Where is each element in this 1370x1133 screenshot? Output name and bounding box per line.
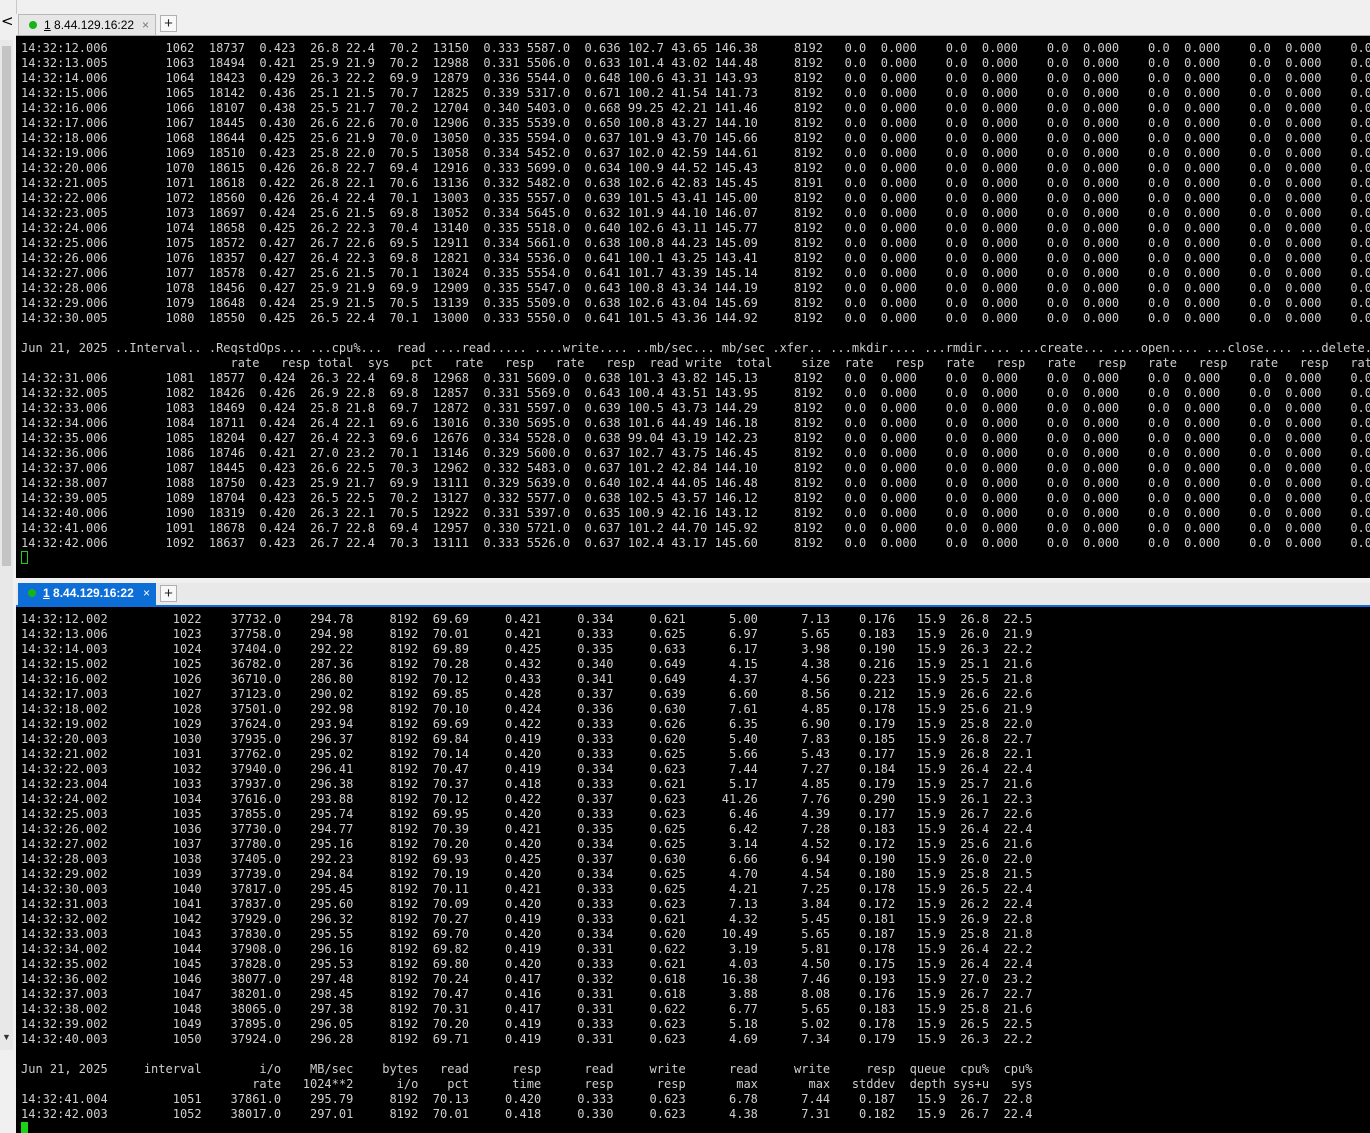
terminal-line: 14:32:38.007 1088 18750 0.423 25.9 21.7 …	[21, 476, 1370, 490]
add-tab-button[interactable]: +	[160, 15, 177, 32]
tab-host: 8.44.129.16:22	[50, 18, 135, 32]
tab-session-top[interactable]: 1 8.44.129.16:22 ×	[18, 14, 156, 35]
terminal-line: 14:32:32.005 1082 18426 0.426 26.9 22.8 …	[21, 386, 1370, 400]
terminal-line: 14:32:42.006 1092 18637 0.423 26.7 22.4 …	[21, 536, 1370, 550]
sidebar-scrollbar[interactable]	[0, 40, 13, 1050]
tab-index: 1	[43, 586, 50, 600]
terminal-line: 14:32:22.006 1072 18560 0.426 26.4 22.4 …	[21, 191, 1370, 205]
terminal-line: 14:32:36.002 1046 38077.0 297.48 8192 70…	[21, 972, 1033, 986]
terminal-line: 14:32:33.006 1083 18469 0.424 25.8 21.8 …	[21, 401, 1370, 415]
terminal-line: 14:32:12.002 1022 37732.0 294.78 8192 69…	[21, 612, 1033, 626]
terminal-line: 14:32:27.006 1077 18578 0.427 25.6 21.5 …	[21, 266, 1370, 280]
tab-title: 1 8.44.129.16:22	[44, 15, 134, 35]
terminal-line: 14:32:31.003 1041 37837.0 295.60 8192 70…	[21, 897, 1033, 911]
terminal-line: 14:32:15.002 1025 36782.0 287.36 8192 70…	[21, 657, 1033, 671]
terminal-line: rate resp total sys pct rate resp rate r…	[21, 356, 1370, 370]
tab-title: 1 8.44.129.16:22	[43, 583, 134, 603]
terminal-line: 14:32:42.003 1052 38017.0 297.01 8192 70…	[21, 1107, 1033, 1121]
left-sidebar-strip: < ▼	[0, 0, 17, 1133]
terminal-line: Jun 21, 2025 ..Interval.. .ReqstdOps... …	[21, 341, 1370, 355]
close-icon[interactable]: ×	[142, 15, 149, 35]
terminal-line: 14:32:38.002 1048 38065.0 297.38 8192 70…	[21, 1002, 1033, 1016]
terminal-line: 14:32:26.002 1036 37730.0 294.77 8192 70…	[21, 822, 1033, 836]
terminal-line: 14:32:35.002 1045 37828.0 295.53 8192 69…	[21, 957, 1033, 971]
terminal-line: 14:32:19.006 1069 18510 0.423 25.8 22.0 …	[21, 146, 1370, 160]
terminal-line: 14:32:18.006 1068 18644 0.425 25.6 21.9 …	[21, 131, 1370, 145]
terminal-line: 14:32:40.003 1050 37924.0 296.28 8192 69…	[21, 1032, 1033, 1046]
terminal-line: rate 1024**2 i/o pct time resp resp max …	[21, 1077, 1033, 1091]
terminal-line: 14:32:16.006 1066 18107 0.438 25.5 21.7 …	[21, 101, 1370, 115]
connected-status-icon	[29, 21, 37, 29]
terminal-line: 14:32:22.003 1032 37940.0 296.41 8192 70…	[21, 762, 1033, 776]
terminal-line: 14:32:19.002 1029 37624.0 293.94 8192 69…	[21, 717, 1033, 731]
scroll-down-icon[interactable]: ▼	[2, 1032, 11, 1042]
terminal-line: 14:32:41.006 1091 18678 0.424 26.7 22.8 …	[21, 521, 1370, 535]
terminal-line: 14:32:14.003 1024 37404.0 292.22 8192 69…	[21, 642, 1033, 656]
terminal-line: 14:32:30.005 1080 18550 0.425 26.5 22.4 …	[21, 311, 1370, 325]
terminal-line: 14:32:14.006 1064 18423 0.429 26.3 22.2 …	[21, 71, 1370, 85]
terminal-line: 14:32:18.002 1028 37501.0 292.98 8192 70…	[21, 702, 1033, 716]
terminal-line: 14:32:31.006 1081 18577 0.424 26.3 22.4 …	[21, 371, 1370, 385]
connected-status-icon	[28, 589, 36, 597]
terminal-line: 14:32:28.003 1038 37405.0 292.23 8192 69…	[21, 852, 1033, 866]
terminal-line: 14:32:13.005 1063 18494 0.421 25.9 21.9 …	[21, 56, 1370, 70]
chevron-left-icon[interactable]: <	[1, 13, 14, 29]
add-tab-button[interactable]: +	[160, 585, 177, 602]
terminal-line: 14:32:39.002 1049 37895.0 296.05 8192 70…	[21, 1017, 1033, 1031]
tab-index: 1	[44, 18, 51, 32]
terminal-line: 14:32:13.006 1023 37758.0 294.98 8192 70…	[21, 627, 1033, 641]
terminal-line: 14:32:20.003 1030 37935.0 296.37 8192 69…	[21, 732, 1033, 746]
terminal-line: 14:32:28.006 1078 18456 0.427 25.9 21.9 …	[21, 281, 1370, 295]
terminal-pane-top[interactable]: 14:32:12.006 1062 18737 0.423 26.8 22.4 …	[16, 36, 1370, 578]
terminal-line: 14:32:41.004 1051 37861.0 295.79 8192 70…	[21, 1092, 1033, 1106]
terminal-line: 14:32:29.006 1079 18648 0.424 25.9 21.5 …	[21, 296, 1370, 310]
close-icon[interactable]: ×	[143, 583, 150, 603]
terminal-output-bottom: 14:32:12.002 1022 37732.0 294.78 8192 69…	[21, 612, 1032, 1133]
terminal-line: 14:32:24.002 1034 37616.0 293.88 8192 70…	[21, 792, 1033, 806]
terminal-line: 14:32:35.006 1085 18204 0.427 26.4 22.3 …	[21, 431, 1370, 445]
terminal-line: 14:32:40.006 1090 18319 0.420 26.3 22.1 …	[21, 506, 1370, 520]
terminal-cursor	[21, 1122, 28, 1133]
terminal-prompt-line[interactable]	[21, 551, 1370, 566]
terminal-line: 14:32:26.006 1076 18357 0.427 26.4 22.3 …	[21, 251, 1370, 265]
terminal-line: 14:32:17.003 1027 37123.0 290.02 8192 69…	[21, 687, 1033, 701]
tab-host: 8.44.129.16:22	[49, 586, 134, 600]
terminal-output-top: 14:32:12.006 1062 18737 0.423 26.8 22.4 …	[21, 41, 1370, 566]
bottom-tab-bar: 1 8.44.129.16:22 × +	[16, 583, 1370, 607]
terminal-line: 14:32:37.006 1087 18445 0.423 26.6 22.5 …	[21, 461, 1370, 475]
terminal-line: 14:32:21.002 1031 37762.0 295.02 8192 70…	[21, 747, 1033, 761]
terminal-line: 14:32:25.006 1075 18572 0.427 26.7 22.6 …	[21, 236, 1370, 250]
terminal-line: 14:32:37.003 1047 38201.0 298.45 8192 70…	[21, 987, 1033, 1001]
terminal-pane-bottom[interactable]: 14:32:12.002 1022 37732.0 294.78 8192 69…	[16, 607, 1370, 1133]
tab-session-bottom[interactable]: 1 8.44.129.16:22 ×	[18, 583, 156, 605]
terminal-line: 14:32:36.006 1086 18746 0.421 27.0 23.2 …	[21, 446, 1370, 460]
terminal-prompt-line[interactable]	[21, 1122, 1032, 1133]
terminal-line: 14:32:24.006 1074 18658 0.425 26.2 22.3 …	[21, 221, 1370, 235]
terminal-line: 14:32:23.004 1033 37937.0 296.38 8192 70…	[21, 777, 1033, 791]
sidebar-scrollbar-thumb[interactable]	[2, 46, 11, 566]
terminal-line: 14:32:32.002 1042 37929.0 296.32 8192 70…	[21, 912, 1033, 926]
terminal-line: 14:32:25.003 1035 37855.0 295.74 8192 69…	[21, 807, 1033, 821]
terminal-line: 14:32:15.006 1065 18142 0.436 25.1 21.5 …	[21, 86, 1370, 100]
terminal-cursor	[21, 551, 28, 564]
terminal-line: 14:32:21.005 1071 18618 0.422 26.8 22.1 …	[21, 176, 1370, 190]
terminal-line: Jun 21, 2025 interval i/o MB/sec bytes r…	[21, 1062, 1033, 1076]
terminal-line: 14:32:34.002 1044 37908.0 296.16 8192 69…	[21, 942, 1033, 956]
terminal-line: 14:32:30.003 1040 37817.0 295.45 8192 70…	[21, 882, 1033, 896]
terminal-line: 14:32:12.006 1062 18737 0.423 26.8 22.4 …	[21, 41, 1370, 55]
top-tab-bar: 1 8.44.129.16:22 × +	[16, 14, 1370, 36]
terminal-line: 14:32:27.002 1037 37780.0 295.16 8192 70…	[21, 837, 1033, 851]
terminal-line: 14:32:34.006 1084 18711 0.424 26.4 22.1 …	[21, 416, 1370, 430]
terminal-line: 14:32:33.003 1043 37830.0 295.55 8192 69…	[21, 927, 1033, 941]
terminal-line: 14:32:17.006 1067 18445 0.430 26.6 22.6 …	[21, 116, 1370, 130]
terminal-line: 14:32:39.005 1089 18704 0.423 26.5 22.5 …	[21, 491, 1370, 505]
terminal-line: 14:32:20.006 1070 18615 0.426 26.8 22.7 …	[21, 161, 1370, 175]
terminal-line: 14:32:16.002 1026 36710.0 286.80 8192 70…	[21, 672, 1033, 686]
terminal-line: 14:32:29.002 1039 37739.0 294.84 8192 70…	[21, 867, 1033, 881]
terminal-line: 14:32:23.005 1073 18697 0.424 25.6 21.5 …	[21, 206, 1370, 220]
